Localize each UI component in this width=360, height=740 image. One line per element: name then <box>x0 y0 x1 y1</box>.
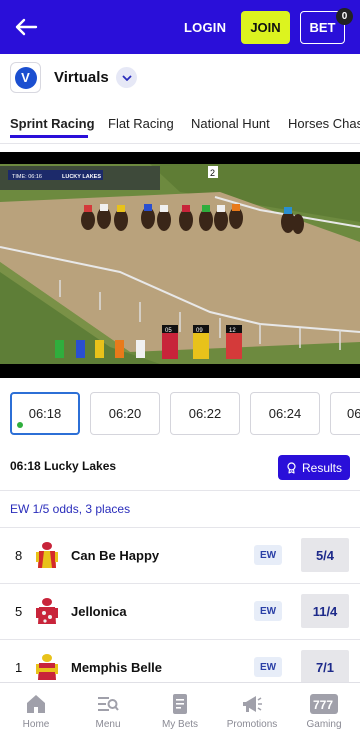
race-time-label: 06:20 <box>108 406 142 421</box>
virtuals-logo: V <box>10 62 41 93</box>
nav-menu[interactable]: Menu <box>72 683 144 740</box>
odds-button[interactable]: 5/4 <box>301 538 349 572</box>
odds-button[interactable]: 7/1 <box>301 650 349 684</box>
product-title[interactable]: Virtuals <box>54 69 109 86</box>
svg-text:777: 777 <box>313 698 333 712</box>
race-time-label: 06:22 <box>188 406 222 421</box>
bottom-navigation: Home Menu My Bets Promotions 777 Gaming <box>0 682 360 740</box>
tab-national-hunt[interactable]: National Hunt <box>191 116 270 131</box>
betslip-icon <box>173 694 187 714</box>
runner-name: Jellonica <box>71 604 127 619</box>
nav-label: My Bets <box>161 719 199 730</box>
trophy-icon <box>287 461 296 474</box>
nav-promotions[interactable]: Promotions <box>216 683 288 740</box>
virtuals-logo-letter: V <box>14 66 37 89</box>
runner-number: 1 <box>15 660 23 675</box>
runner-row: 8 Can Be Happy EW 5/4 <box>0 528 360 584</box>
product-dropdown-button[interactable] <box>116 67 137 88</box>
results-label: Results <box>301 460 342 475</box>
betslip-count-badge: 0 <box>336 8 353 25</box>
megaphone-icon <box>243 696 262 712</box>
nav-label: Promotions <box>226 719 278 730</box>
each-way-terms: EW 1/5 odds, 3 places <box>10 502 131 516</box>
runner-number: 5 <box>15 604 23 619</box>
race-title: 06:18 Lucky Lakes <box>10 459 117 473</box>
top-bar: LOGIN JOIN BET 0 <box>0 0 360 54</box>
each-way-badge: EW <box>254 545 282 565</box>
menu-search-icon <box>98 697 119 711</box>
nav-home[interactable]: Home <box>0 683 72 740</box>
nav-label: Menu <box>95 719 121 730</box>
jockey-silk-icon <box>36 598 58 624</box>
saddle-number: 12 <box>229 328 236 334</box>
sport-tabs: Sprint Racing Flat Racing National Hunt … <box>0 106 360 144</box>
nav-label: Home <box>22 719 50 730</box>
runner-row: 5 Jellonica EW 11/4 <box>0 584 360 640</box>
nav-my-bets[interactable]: My Bets <box>144 683 216 740</box>
tab-horses-chase[interactable]: Horses Chas <box>288 116 360 131</box>
video-time-overlay: TIME: 06:16 <box>12 174 42 180</box>
chevron-down-icon <box>122 75 131 81</box>
race-time-button[interactable]: 06:18 <box>10 392 80 435</box>
jockey-silk-icon <box>36 542 58 568</box>
active-tab-indicator <box>10 135 88 138</box>
race-time-button[interactable]: 06:20 <box>90 392 160 435</box>
each-way-badge: EW <box>254 657 282 677</box>
tab-flat-racing[interactable]: Flat Racing <box>108 116 174 131</box>
nav-label: Gaming <box>306 719 342 730</box>
race-time-label: 06:24 <box>268 406 302 421</box>
home-icon <box>27 695 45 713</box>
tab-sprint-racing[interactable]: Sprint Racing <box>10 116 95 131</box>
race-time-label: 06:18 <box>28 406 62 421</box>
runner-name: Memphis Belle <box>71 660 163 675</box>
race-video-player[interactable]: TIME: 06:16 LUCKY LAKES 2 05 09 12 <box>0 152 360 378</box>
each-way-badge: EW <box>254 601 282 621</box>
race-time-button[interactable]: 06 <box>330 392 360 435</box>
runner-number: 8 <box>15 548 23 563</box>
video-post-number: 2 <box>210 168 215 178</box>
join-button[interactable]: JOIN <box>241 11 290 44</box>
odds-button[interactable]: 11/4 <box>301 594 349 628</box>
video-track-overlay: LUCKY LAKES <box>62 174 101 180</box>
saddle-number: 05 <box>165 328 172 334</box>
slot-777-icon: 777 <box>310 694 338 714</box>
divider <box>0 490 360 491</box>
nav-gaming[interactable]: 777 Gaming <box>288 683 360 740</box>
race-video-frame: TIME: 06:16 LUCKY LAKES 2 05 09 12 <box>0 152 360 378</box>
login-button[interactable]: LOGIN <box>184 20 226 35</box>
runner-name: Can Be Happy <box>71 548 160 563</box>
race-time-selector: 06:18 06:20 06:22 06:24 06 <box>0 392 360 436</box>
results-button[interactable]: Results <box>278 455 350 480</box>
saddle-number: 09 <box>196 328 203 334</box>
race-time-button[interactable]: 06:24 <box>250 392 320 435</box>
jockey-silk-icon <box>36 654 58 680</box>
race-time-button[interactable]: 06:22 <box>170 392 240 435</box>
live-indicator-dot <box>17 422 23 428</box>
back-arrow-icon[interactable] <box>12 13 40 41</box>
race-time-label: 06 <box>347 406 360 421</box>
